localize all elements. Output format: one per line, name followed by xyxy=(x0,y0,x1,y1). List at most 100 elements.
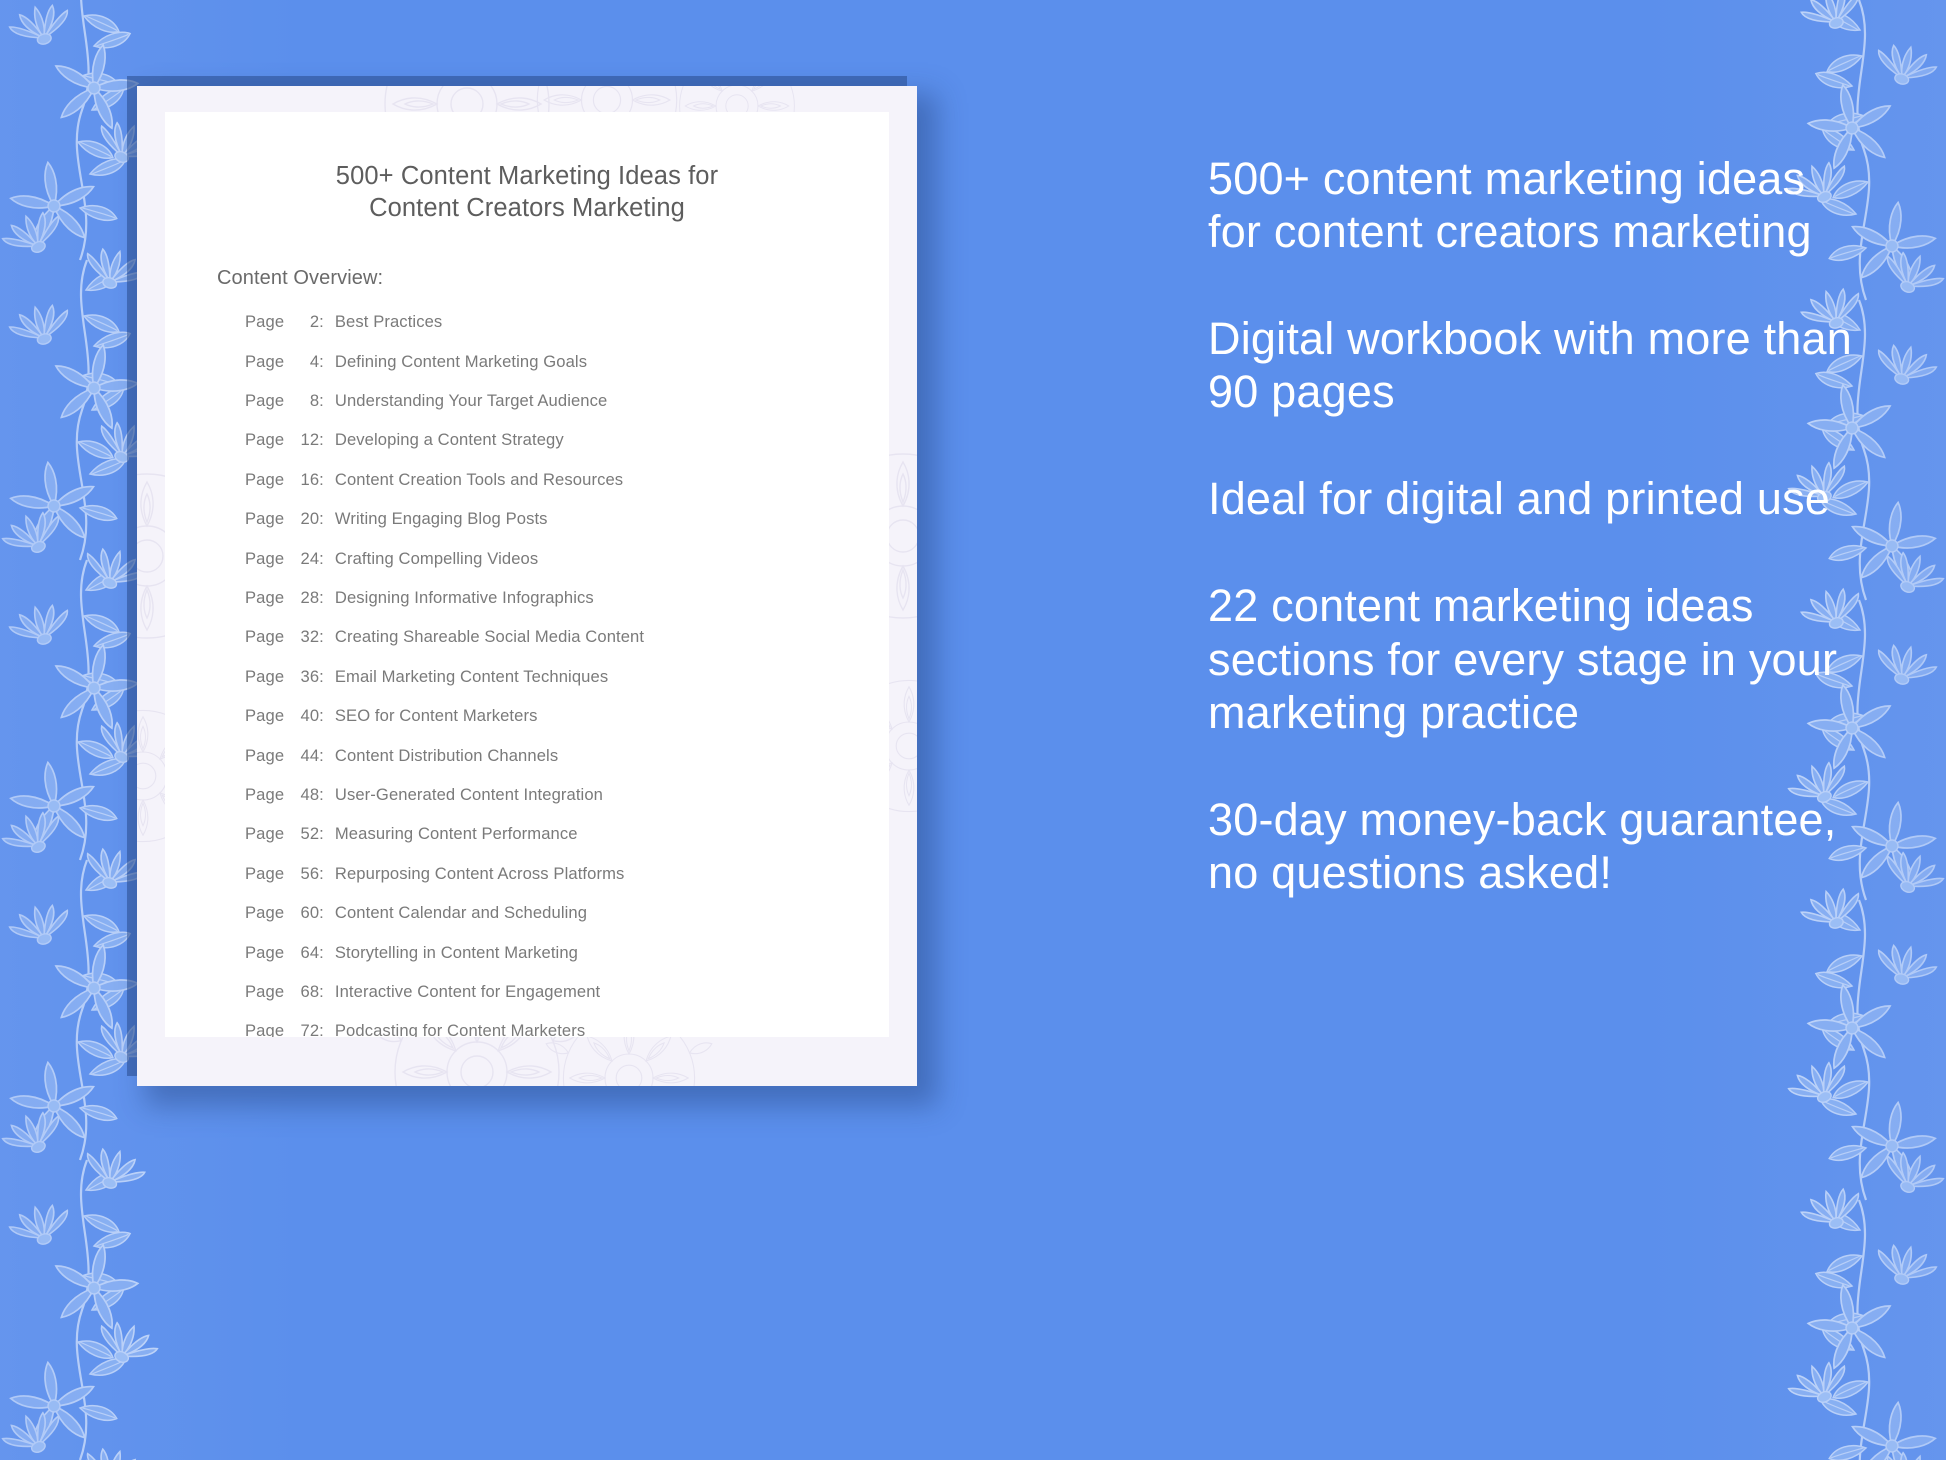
toc-page-word: Page xyxy=(245,548,285,568)
toc-page-word: Page xyxy=(245,312,285,332)
toc-entry-title: Designing Informative Infographics xyxy=(334,587,594,607)
toc-entry-title: Crafting Compelling Videos xyxy=(334,548,539,568)
toc-entry[interactable]: Page 24: Crafting Compelling Videos xyxy=(245,549,889,588)
toc-colon: : xyxy=(319,942,324,962)
toc-colon: : xyxy=(319,627,324,647)
toc-page-word: Page xyxy=(245,824,285,844)
toc-entry[interactable]: Page 4: Defining Content Marketing Goals xyxy=(245,352,889,391)
toc-page-number: 72 xyxy=(300,1021,320,1037)
toc-page-number: 64 xyxy=(300,942,320,962)
toc-entry[interactable]: Page 20: Writing Engaging Blog Posts xyxy=(245,509,889,548)
toc-entry[interactable]: Page 40: SEO for Content Marketers xyxy=(245,706,889,745)
toc-page-number: 16 xyxy=(300,469,320,489)
toc-entry-title: Podcasting for Content Marketers xyxy=(334,1021,586,1037)
toc-colon: : xyxy=(319,903,324,923)
toc-entry-title: Interactive Content for Engagement xyxy=(334,981,601,1001)
document-preview-card[interactable]: 500+ Content Marketing Ideas for Content… xyxy=(137,86,917,1086)
toc-colon: : xyxy=(319,312,324,332)
toc-page-number: 12 xyxy=(300,430,320,450)
toc-page-word: Page xyxy=(245,469,285,489)
toc-colon: : xyxy=(319,981,324,1001)
toc-entry[interactable]: Page 32: Creating Shareable Social Media C… xyxy=(245,627,889,666)
toc-colon: : xyxy=(319,666,324,686)
toc-entry[interactable]: Page 44: Content Distribution Channels xyxy=(245,746,889,785)
toc-page-number: 20 xyxy=(300,509,320,529)
toc-colon: : xyxy=(319,706,324,726)
marketing-blurb: 30-day money-back guarantee, no question… xyxy=(1208,793,1837,898)
toc-entry-title: Content Calendar and Scheduling xyxy=(334,903,588,923)
toc-entry[interactable]: Page 28: Designing Informative Infographic… xyxy=(245,588,889,627)
toc-page-number: 60 xyxy=(300,903,320,923)
toc-page-number: 40 xyxy=(300,706,320,726)
toc-page-word: Page xyxy=(245,430,285,450)
toc-entry[interactable]: Page 56: Repurposing Content Across Platfo… xyxy=(245,864,889,903)
marketing-blurb: Ideal for digital and printed use xyxy=(1208,473,1831,525)
toc-page-word: Page xyxy=(245,903,285,923)
table-of-contents: Page 2: Best Practices Page 4: Defining Conte… xyxy=(165,290,889,1037)
toc-colon: : xyxy=(319,391,324,411)
toc-page-word: Page xyxy=(245,784,285,804)
toc-page-number: 32 xyxy=(300,627,320,647)
toc-page-word: Page xyxy=(245,509,285,529)
toc-page-word: Page xyxy=(245,666,285,686)
toc-page-number: 68 xyxy=(300,981,320,1001)
toc-page-word: Page xyxy=(245,745,285,765)
content-overview-label: Content Overview: xyxy=(217,267,384,290)
toc-entry-title: SEO for Content Marketers xyxy=(334,706,538,726)
toc-colon: : xyxy=(319,469,324,489)
toc-page-word: Page xyxy=(245,981,285,1001)
toc-entry[interactable]: Page 16: Content Creation Tools and Resour… xyxy=(245,470,889,509)
toc-page-number: 2 xyxy=(309,312,320,332)
toc-page-number: 48 xyxy=(300,784,320,804)
toc-entry[interactable]: Page 12: Developing a Content Strategy xyxy=(245,430,889,469)
toc-entry-title: Measuring Content Performance xyxy=(334,824,578,844)
toc-entry[interactable]: Page 64: Storytelling in Content Marketing xyxy=(245,943,889,982)
marketing-blurb: 22 content marketing ideas sections for … xyxy=(1208,580,1838,738)
toc-page-word: Page xyxy=(245,627,285,647)
toc-page-number: 8 xyxy=(309,391,320,411)
toc-entry[interactable]: Page 60: Content Calendar and Scheduling xyxy=(245,903,889,942)
toc-colon: : xyxy=(319,587,324,607)
toc-page-word: Page xyxy=(245,863,285,883)
toc-page-word: Page xyxy=(245,391,285,411)
toc-entry[interactable]: Page 48: User-Generated Content Integratio… xyxy=(245,785,889,824)
toc-page-number: 56 xyxy=(300,863,320,883)
toc-page-number: 52 xyxy=(300,824,320,844)
toc-entry-title: Content Distribution Channels xyxy=(334,745,559,765)
toc-entry-title: Email Marketing Content Techniques xyxy=(334,666,609,686)
toc-entry[interactable]: Page 52: Measuring Content Performance xyxy=(245,824,889,863)
toc-entry[interactable]: Page 68: Interactive Content for Engagemen… xyxy=(245,982,889,1021)
toc-entry[interactable]: Page 36: Email Marketing Content Technique… xyxy=(245,667,889,706)
toc-page-word: Page xyxy=(245,1021,285,1037)
toc-entry-title: Defining Content Marketing Goals xyxy=(334,351,588,371)
toc-entry-title: Writing Engaging Blog Posts xyxy=(334,509,548,529)
toc-colon: : xyxy=(319,824,324,844)
toc-page-number: 28 xyxy=(300,587,320,607)
toc-entry-title: Content Creation Tools and Resources xyxy=(334,469,624,489)
toc-entry[interactable]: Page 2: Best Practices xyxy=(245,312,889,351)
toc-entry-title: Understanding Your Target Audience xyxy=(334,391,608,411)
toc-colon: : xyxy=(319,430,324,450)
page-title-line-1: 500+ Content Marketing Ideas for xyxy=(335,162,719,190)
marketing-blurb: 500+ content marketing ideas for content… xyxy=(1208,153,1812,258)
toc-page-number: 36 xyxy=(300,666,320,686)
toc-colon: : xyxy=(319,784,324,804)
toc-entry[interactable]: Page 8: Understanding Your Target Audience xyxy=(245,391,889,430)
toc-entry-title: Storytelling in Content Marketing xyxy=(334,942,578,962)
toc-page-word: Page xyxy=(245,587,285,607)
toc-entry-title: Developing a Content Strategy xyxy=(334,430,564,450)
toc-colon: : xyxy=(319,745,324,765)
marketing-blurb: Digital workbook with more than 90 pages xyxy=(1208,313,1852,418)
toc-entry-title: Best Practices xyxy=(334,312,443,332)
toc-colon: : xyxy=(319,548,324,568)
document-page: 500+ Content Marketing Ideas for Content… xyxy=(165,112,889,1037)
page-title-line-2: Content Creators Marketing xyxy=(369,194,685,223)
toc-colon: : xyxy=(319,863,324,883)
toc-colon: : xyxy=(319,351,324,371)
marketing-copy-list: 500+ content marketing ideas for content… xyxy=(1208,152,1868,899)
toc-page-number: 4 xyxy=(309,351,320,371)
toc-colon: : xyxy=(319,1021,324,1037)
toc-page-number: 44 xyxy=(300,745,320,765)
toc-entry[interactable]: Page 72: Podcasting for Content Marketers xyxy=(245,1021,889,1037)
toc-page-number: 24 xyxy=(300,548,320,568)
